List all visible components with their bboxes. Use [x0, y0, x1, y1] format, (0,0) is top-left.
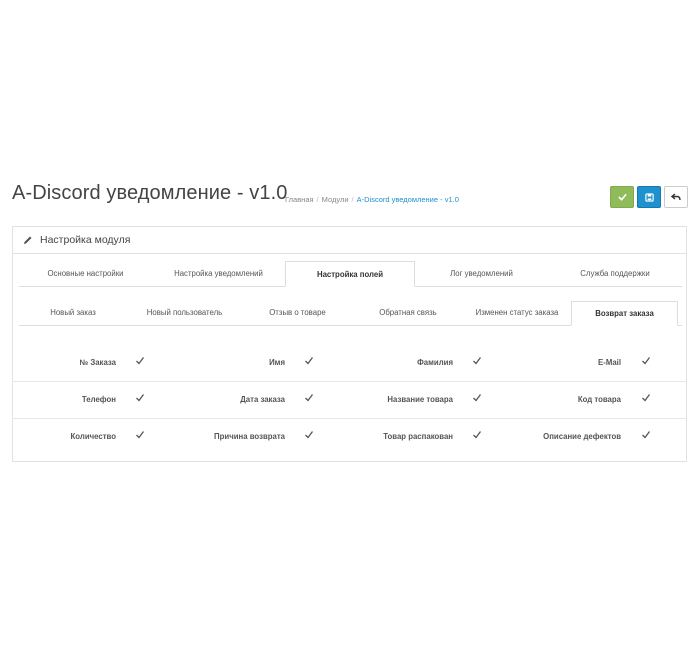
checkbox-checked-icon[interactable]: [304, 430, 314, 440]
subtab-new-order[interactable]: Новый заказ: [19, 301, 127, 325]
field-label: Дата заказа: [240, 395, 285, 404]
breadcrumb-modules[interactable]: Модули: [322, 195, 349, 204]
field-label: Фамилия: [417, 358, 453, 367]
tab-field-settings[interactable]: Настройка полей: [285, 261, 415, 287]
save-alt-button[interactable]: [637, 186, 661, 208]
breadcrumb: Главная / Модули / A-Discord уведомление - v…: [285, 195, 459, 204]
tab-main-settings[interactable]: Основные настройки: [19, 261, 152, 286]
page-title: A-Discord уведомление - v1.0: [12, 182, 288, 204]
field-label: Код товара: [577, 395, 621, 404]
field-row: Количество Причина возврата Товар распак…: [13, 418, 686, 455]
header-actions: [610, 186, 688, 208]
field-label: Количество: [70, 432, 116, 441]
subtab-product-review[interactable]: Отзыв о товаре: [242, 301, 353, 325]
field-label: E-Mail: [598, 358, 621, 367]
checkbox-checked-icon[interactable]: [641, 393, 651, 403]
field-label: Название товара: [387, 395, 453, 404]
sub-tabs: Новый заказ Новый пользователь Отзыв о т…: [19, 301, 682, 326]
checkbox-checked-icon[interactable]: [472, 393, 482, 403]
pencil-icon: [24, 236, 32, 244]
checkbox-checked-icon[interactable]: [135, 430, 145, 440]
field-label: Телефон: [81, 395, 116, 404]
tab-notification-log[interactable]: Лог уведомлений: [415, 261, 548, 286]
checkbox-checked-icon[interactable]: [304, 356, 314, 366]
panel-heading: Настройка модуля: [13, 227, 686, 254]
page-header: A-Discord уведомление - v1.0 Главная / Мод…: [12, 182, 688, 214]
breadcrumb-current[interactable]: A-Discord уведомление - v1.0: [357, 195, 459, 204]
floppy-icon: [644, 192, 654, 202]
check-icon: [617, 193, 627, 201]
checkbox-checked-icon[interactable]: [135, 393, 145, 403]
tab-support[interactable]: Служба поддержки: [548, 261, 682, 286]
subtab-new-user[interactable]: Новый пользователь: [127, 301, 242, 325]
subtab-order-status-changed[interactable]: Изменен статус заказа: [463, 301, 571, 325]
tab-notification-settings[interactable]: Настройка уведомлений: [152, 261, 285, 286]
main-tabs: Основные настройки Настройка уведомлений…: [19, 261, 682, 287]
field-label: Товар распакован: [383, 432, 453, 441]
field-label: Описание дефектов: [543, 432, 621, 441]
field-label: Имя: [269, 358, 285, 367]
checkbox-checked-icon[interactable]: [472, 430, 482, 440]
module-settings-panel: Настройка модуля Основные настройки Наст…: [12, 226, 687, 462]
checkbox-checked-icon[interactable]: [641, 430, 651, 440]
subtab-feedback[interactable]: Обратная связь: [353, 301, 463, 325]
field-row: Телефон Дата заказа Название товара Код …: [13, 381, 686, 419]
checkbox-checked-icon[interactable]: [135, 356, 145, 366]
checkbox-checked-icon[interactable]: [641, 356, 651, 366]
back-button[interactable]: [664, 186, 688, 208]
breadcrumb-home[interactable]: Главная: [285, 195, 314, 204]
field-row: № Заказа Имя Фамилия E-Mail: [13, 344, 686, 382]
field-label: № Заказа: [79, 358, 116, 367]
checkbox-checked-icon[interactable]: [472, 356, 482, 366]
reply-icon: [671, 193, 681, 201]
save-button[interactable]: [610, 186, 634, 208]
field-label: Причина возврата: [214, 432, 285, 441]
checkbox-checked-icon[interactable]: [304, 393, 314, 403]
subtab-order-return[interactable]: Возврат заказа: [571, 301, 678, 326]
panel-title: Настройка модуля: [40, 234, 131, 246]
